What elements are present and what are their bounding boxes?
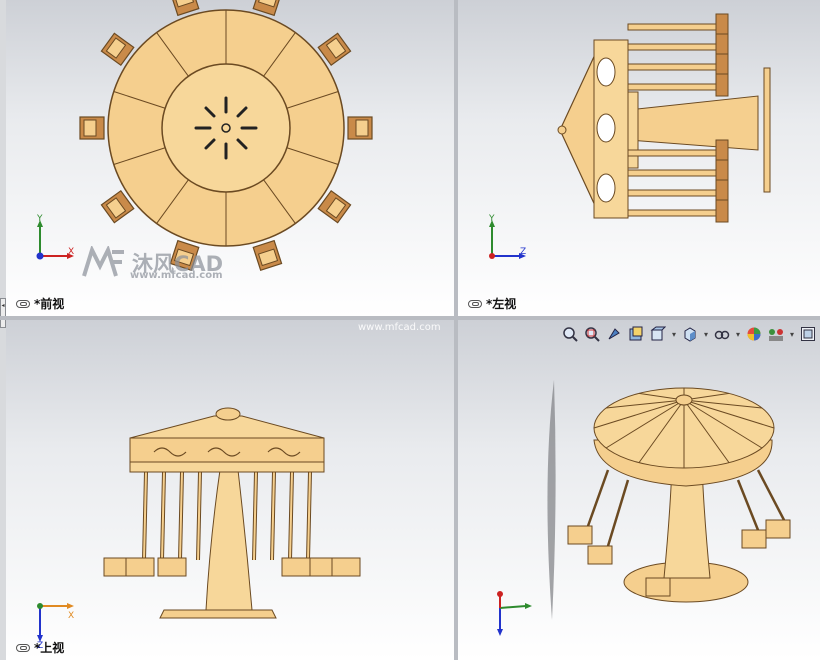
view-label-front-text: *前视 — [34, 297, 65, 311]
viewport-horizontal-splitter[interactable] — [0, 316, 820, 320]
seat — [281, 557, 311, 577]
link-icon — [16, 643, 30, 652]
viewport-vertical-splitter[interactable] — [454, 0, 458, 660]
carousel-front-model — [79, 0, 373, 272]
watermark-site: www.mfcad.com — [130, 270, 223, 281]
seat — [169, 0, 200, 17]
watermark-center-url: www.mfcad.com — [358, 322, 441, 333]
seat — [645, 577, 671, 597]
x-axis-label: X — [68, 247, 74, 257]
link-icon — [468, 299, 482, 308]
seat — [331, 557, 361, 577]
link-icon — [16, 299, 30, 308]
seat — [347, 116, 373, 140]
seat — [765, 519, 791, 539]
axis-triad-left: Y Z — [488, 214, 526, 259]
y-axis-label: Y — [488, 214, 495, 224]
axis-triad-front: Y X — [36, 214, 74, 260]
seat — [252, 239, 283, 272]
view-label-top[interactable]: *上视 — [16, 639, 64, 656]
inner-disc — [161, 63, 291, 193]
viewport-front[interactable]: Y X 沐风CAD www.mfcad.com *前视 — [6, 0, 454, 316]
seat — [125, 557, 155, 577]
mfcad-logo-icon — [82, 246, 124, 277]
seat — [567, 525, 593, 545]
seat — [741, 529, 767, 549]
view-label-left[interactable]: *左视 — [468, 295, 516, 312]
y-axis-label: Y — [36, 214, 43, 224]
seat — [252, 0, 283, 17]
seat — [79, 116, 105, 140]
x-axis-label: X — [68, 611, 74, 621]
viewport-isometric[interactable]: ▾ ▾ ▾ ▾ — [458, 320, 820, 660]
viewport-left[interactable]: Y Z *左视 — [458, 0, 820, 316]
view-label-front[interactable]: *前视 — [16, 295, 64, 312]
carousel-side-model — [557, 13, 771, 223]
viewport-top[interactable]: X Z *上视 — [6, 320, 454, 660]
view-label-left-text: *左视 — [486, 297, 517, 311]
view-label-top-text: *上视 — [34, 641, 65, 655]
seat — [157, 557, 187, 577]
axis-triad-isometric — [497, 591, 532, 636]
watermark: 沐风CAD www.mfcad.com — [82, 246, 223, 281]
seat — [587, 545, 613, 565]
z-axis-label: Z — [520, 247, 526, 257]
